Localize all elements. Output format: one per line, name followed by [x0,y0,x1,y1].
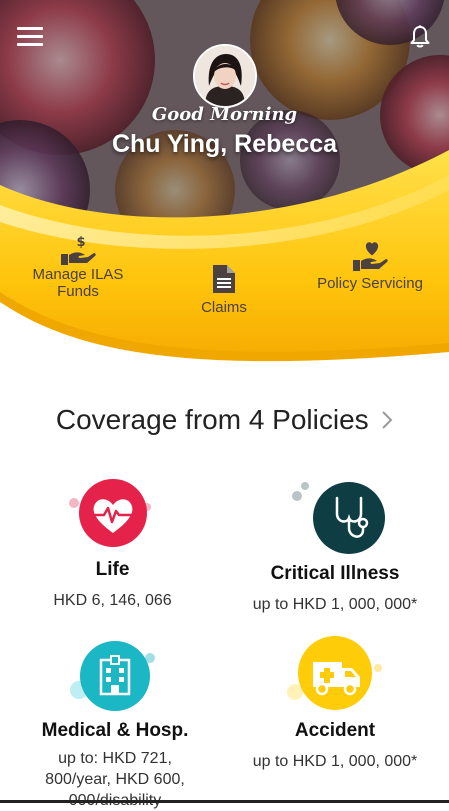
coverage-title: Coverage from 4 Policies [55,404,369,435]
policy-servicing-button[interactable]: Policy Servicing [305,240,435,292]
hero-banner: Good Morning Chu Ying, Rebecca $ Manage … [0,0,449,370]
manage-ilas-funds-button[interactable]: $ Manage ILAS Funds [18,234,138,300]
coverage-critical-illness-name: Critical Illness [270,563,400,584]
document-icon [213,265,235,293]
notification-bell-icon[interactable] [408,24,432,50]
coverage-medical-name: Medical & Hosp. [41,720,189,741]
ambulance-icon [287,636,382,710]
user-name: Chu Ying, Rebecca [111,130,338,158]
hospital-building-icon [70,641,155,711]
coverage-accident-amount: up to HKD 1, 000, 000* [252,753,418,770]
hand-dollar-icon: $ [61,235,96,265]
coverage-medical-amount-line2: 800/year, HKD 600, [45,771,185,788]
hamburger-menu-icon[interactable] [17,27,44,47]
heart-pulse-icon [68,479,151,547]
avatar[interactable] [193,44,257,108]
coverage-life-name: Life [95,559,130,580]
greeting-text: Good Morning [151,104,298,125]
coverage-accident-name: Accident [294,720,376,741]
hand-heart-icon [353,242,388,271]
coverage-life[interactable]: Life HKD 6, 146, 066 [20,475,205,611]
coverage-medical-amount-line1: up to: HKD 721, [58,750,172,767]
coverage-header[interactable]: Coverage from 4 Policies [0,404,449,440]
policy-servicing-label: Policy Servicing [317,275,423,292]
chevron-right-icon [382,411,393,429]
coverage-accident[interactable]: Accident up to HKD 1, 000, 000* [235,632,435,772]
manage-ilas-label-line2: Funds [57,283,99,300]
stethoscope-icon [292,482,385,554]
coverage-life-amount: HKD 6, 146, 066 [53,592,172,609]
coverage-critical-illness[interactable]: Critical Illness up to HKD 1, 000, 000* [235,478,435,615]
svg-text:$: $ [76,235,85,250]
claims-button[interactable]: Claims [174,264,274,316]
coverage-medical-hosp[interactable]: Medical & Hosp. up to: HKD 721, 800/year… [20,638,210,811]
coverage-critical-illness-amount: up to HKD 1, 000, 000* [252,596,418,613]
manage-ilas-label-line1: Manage ILAS [32,266,124,283]
claims-label: Claims [201,299,247,316]
